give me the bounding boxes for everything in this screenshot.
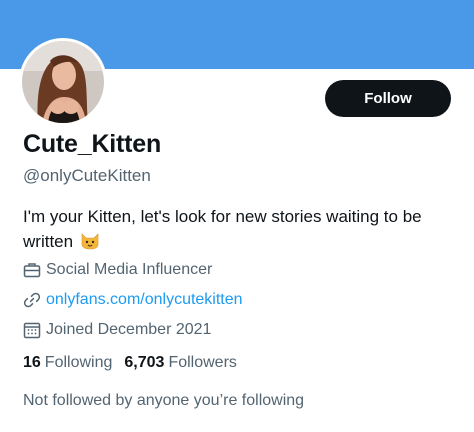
following-link[interactable]: 16 Following bbox=[23, 354, 112, 372]
calendar-icon bbox=[23, 321, 41, 339]
handle: @onlyCuteKitten bbox=[23, 166, 151, 185]
following-count: 16 bbox=[23, 354, 41, 371]
profile-website: onlyfans.com/onlycutekitten bbox=[23, 289, 243, 311]
followers-link[interactable]: 6,703 Followers bbox=[124, 354, 237, 372]
followers-count: 6,703 bbox=[124, 354, 165, 371]
following-label: Following bbox=[44, 354, 113, 371]
avatar[interactable] bbox=[19, 38, 107, 126]
profile-category: Social Media Influencer bbox=[23, 259, 212, 281]
avatar-photo bbox=[22, 41, 104, 123]
category-label: Social Media Influencer bbox=[46, 261, 213, 278]
follow-button[interactable]: Follow bbox=[325, 80, 451, 117]
followers-label: Followers bbox=[168, 354, 237, 371]
cat-face-emoji bbox=[80, 232, 100, 257]
display-name: Cute_Kitten bbox=[23, 130, 162, 158]
social-context: Not followed by anyone you’re following bbox=[23, 392, 305, 409]
follow-stats: 16 Following 6,703 Followers bbox=[23, 354, 237, 372]
joined-label: Joined December 2021 bbox=[46, 321, 212, 338]
briefcase-icon bbox=[23, 261, 41, 279]
profile-joined: Joined December 2021 bbox=[23, 319, 211, 341]
link-icon bbox=[23, 291, 41, 309]
website-link[interactable]: onlyfans.com/onlycutekitten bbox=[46, 291, 243, 309]
bio: I'm your Kitten, let's look for new stor… bbox=[23, 204, 453, 257]
